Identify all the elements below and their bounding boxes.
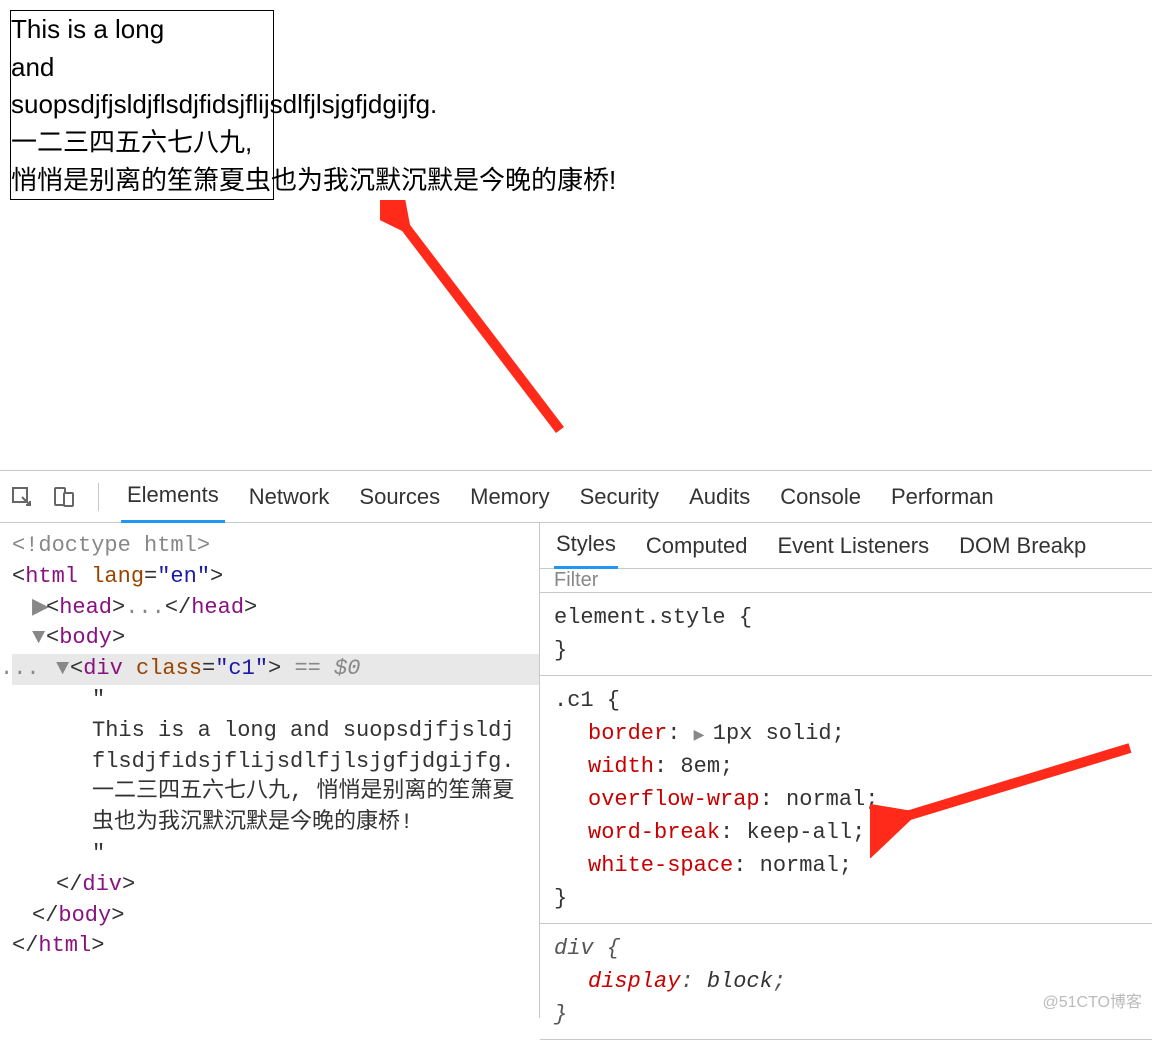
div-selector: div { [554, 932, 1138, 965]
filter-placeholder: Filter [554, 569, 598, 592]
close-brace: } [554, 882, 1138, 915]
device-icon[interactable] [52, 485, 76, 509]
tab-network[interactable]: Network [243, 472, 336, 522]
head-line[interactable]: ▶<head>...</head> [12, 593, 539, 624]
sub-tab-styles[interactable]: Styles [554, 522, 618, 569]
rule-white-space[interactable]: white-space: normal; [554, 849, 1138, 882]
close-brace: } [554, 634, 1138, 667]
element-style-selector: element.style { [554, 601, 1138, 634]
div-close[interactable]: </div> [12, 870, 539, 901]
styles-panel: Styles Computed Event Listeners DOM Brea… [540, 523, 1152, 1018]
styles-sub-tabs: Styles Computed Event Listeners DOM Brea… [540, 523, 1152, 569]
box-text-5: 悄悄是别离的笙箫夏虫也为我沉默沉默是今晚的康桥! [11, 165, 616, 195]
box-text-2: and [11, 52, 54, 82]
rendered-page: This is a long and suopsdjfjsldjflsdjfid… [0, 0, 1152, 470]
box-text-1: This is a long [11, 14, 164, 44]
tab-console[interactable]: Console [774, 472, 867, 522]
rule-overflow-wrap[interactable]: overflow-wrap: normal; [554, 783, 1138, 816]
body-close[interactable]: </body> [12, 901, 539, 932]
devtools-panel: Elements Network Sources Memory Security… [0, 470, 1152, 1018]
styles-filter[interactable]: Filter [540, 569, 1152, 593]
tab-elements[interactable]: Elements [121, 470, 225, 523]
div-open-selected[interactable]: ▼<div class="c1"> == $0 [12, 654, 539, 685]
tab-performance[interactable]: Performan [885, 472, 1000, 522]
tab-sources[interactable]: Sources [353, 472, 446, 522]
tab-audits[interactable]: Audits [683, 472, 756, 522]
text-close-quote: " [12, 839, 539, 870]
c1-selector: .c1 { [554, 684, 1138, 717]
rule-word-break[interactable]: word-break: keep-all; [554, 816, 1138, 849]
div-style-block[interactable]: div { display: block; } [540, 924, 1152, 1040]
c1-box: This is a long and suopsdjfjsldjflsdjfid… [10, 10, 274, 200]
sub-tab-computed[interactable]: Computed [644, 524, 750, 568]
text-node[interactable]: This is a long and suopsdjfjsldjflsdjfid… [12, 716, 539, 839]
inspect-icon[interactable] [10, 485, 34, 509]
tab-security[interactable]: Security [574, 472, 665, 522]
devtools-body: <!doctype html> <html lang="en"> ▶<head>… [0, 523, 1152, 1018]
devtools-toolbar: Elements Network Sources Memory Security… [0, 471, 1152, 523]
c1-style-block[interactable]: .c1 { border: ▶ 1px solid; width: 8em; o… [540, 676, 1152, 924]
box-text-4: 一二三四五六七八九, [11, 127, 252, 157]
sub-tab-dom-breakpoints[interactable]: DOM Breakp [957, 524, 1088, 568]
body-open[interactable]: ▼<body> [12, 623, 539, 654]
text-open-quote: " [12, 685, 539, 716]
rule-border[interactable]: border: ▶ 1px solid; [554, 717, 1138, 750]
tab-memory[interactable]: Memory [464, 472, 555, 522]
doctype-line[interactable]: <!doctype html> [12, 531, 539, 562]
box-text-3: suopsdjfjsldjflsdjfidsjflijsdlfjlsjgfjdg… [11, 89, 437, 119]
rule-width[interactable]: width: 8em; [554, 750, 1138, 783]
toolbar-separator [98, 483, 99, 511]
html-close[interactable]: </html> [12, 931, 539, 962]
watermark: @51CTO博客 [1042, 988, 1142, 1012]
sub-tab-event-listeners[interactable]: Event Listeners [775, 524, 931, 568]
dom-tree-panel[interactable]: <!doctype html> <html lang="en"> ▶<head>… [0, 523, 540, 1018]
html-open[interactable]: <html lang="en"> [12, 562, 539, 593]
element-style-block[interactable]: element.style { } [540, 593, 1152, 676]
